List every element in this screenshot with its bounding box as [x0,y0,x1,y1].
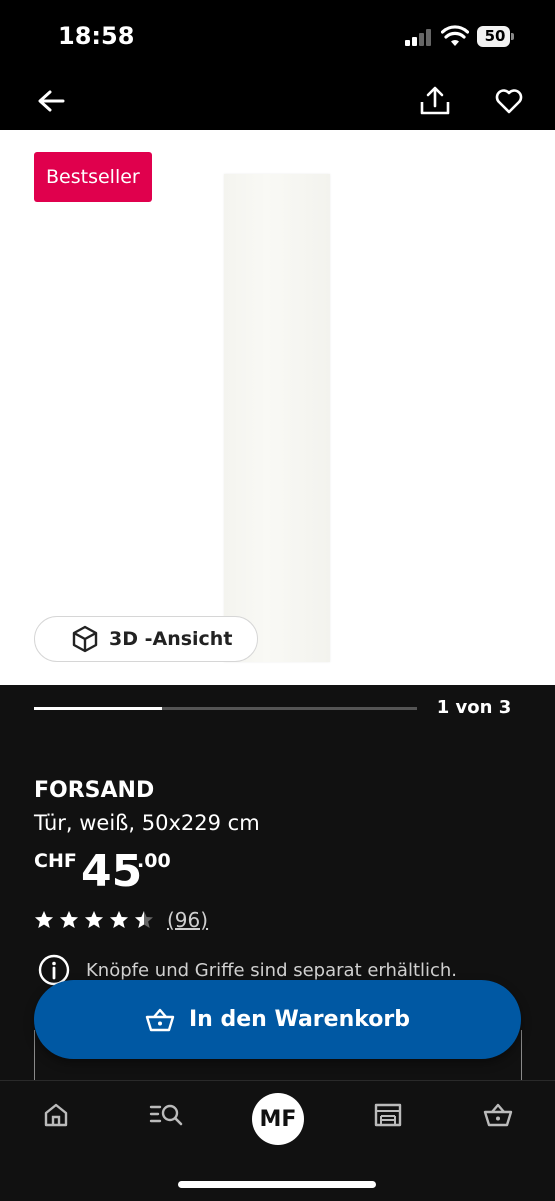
price-decimal: .00 [137,850,171,872]
battery-level: 50 [484,27,506,45]
tab-stores[interactable] [368,1095,408,1135]
home-icon [44,1103,68,1127]
gallery-progress [34,707,417,710]
view-3d-button[interactable]: 3D -Ansicht [34,616,258,662]
add-to-cart-label: In den Warenkorb [188,1007,410,1032]
signal-icon [405,28,435,46]
star-icon [35,911,53,928]
price-currency: CHF [34,850,77,872]
view-3d-label: 3D -Ansicht [109,628,233,650]
product-image-gallery[interactable]: Bestseller 3D -Ansicht [0,130,555,685]
search-list-icon [149,1104,183,1126]
status-time: 18:58 [58,22,135,50]
rating[interactable]: (96) [34,908,208,932]
info-text: Knöpfe und Griffe sind separat erhältlic… [86,959,458,981]
product-image [224,174,330,662]
basket-icon [145,1008,175,1031]
back-arrow-icon[interactable] [33,83,69,119]
status-bar: 18:58 50 [0,0,555,75]
bottom-tab-bar: MF [0,1080,555,1201]
star-icon [85,911,103,928]
star-icon [110,911,128,928]
share-icon[interactable] [417,83,453,119]
star-icon [135,911,153,928]
rating-count[interactable]: (96) [167,908,208,932]
rating-stars [34,910,159,930]
add-to-cart-button[interactable]: In den Warenkorb [34,980,521,1059]
gallery-pager: 1 von 3 [436,697,512,718]
tab-home[interactable] [36,1095,76,1135]
battery-icon: 50 [477,26,515,47]
star-icon [60,911,78,928]
price-integer: 45 [81,846,143,897]
product-description: Tür, weiß, 50x229 cm [34,811,260,835]
top-nav [0,75,555,130]
avatar[interactable]: MF [252,1093,304,1145]
tab-search[interactable] [146,1095,186,1135]
basket-icon [483,1103,513,1127]
heart-icon[interactable] [491,83,527,119]
cube-icon [72,625,98,653]
gallery-progress-fill [34,707,162,710]
home-indicator [178,1181,376,1188]
tab-cart[interactable] [478,1095,518,1135]
store-icon [374,1103,402,1127]
bestseller-badge: Bestseller [34,152,152,202]
wifi-icon [441,25,469,46]
product-name: FORSAND [34,778,155,803]
